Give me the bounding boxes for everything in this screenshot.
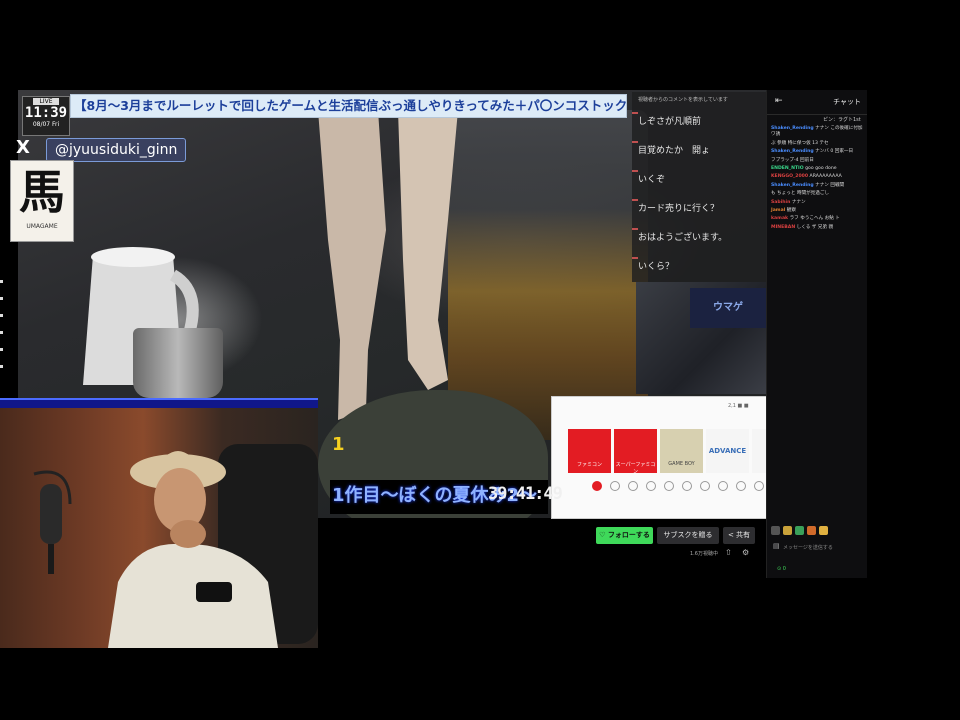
chat-text: しくる ザ 兄弟 親	[796, 224, 834, 230]
chat-message: kamak ラフ ゆうこへん お鮎 ト	[767, 215, 867, 223]
chat-text: ナナン 回戦間	[815, 182, 845, 188]
chat-title: チャット	[833, 98, 861, 106]
nso-tile-superfamicom: スーパーファミコン	[614, 429, 657, 475]
nso-menu-card: 2,1 ■ ■ ファミコン スーパーファミコン GAME BOY ADVANCE	[551, 396, 768, 519]
facecam	[0, 398, 318, 648]
follow-button[interactable]: ♡ フォローする	[596, 527, 653, 544]
pot	[133, 328, 223, 398]
edge-dots	[0, 280, 4, 390]
x-logo-icon: X	[16, 137, 30, 158]
nso-tile-gameboy: GAME BOY	[660, 429, 703, 473]
emote-icon[interactable]	[795, 526, 804, 535]
facecam-border	[0, 398, 318, 408]
chat-message: KENGGO_2000 ARAAAAAAAA	[767, 173, 867, 181]
nso-tile-3ds	[752, 429, 766, 473]
chat-message: Shaken_Rending ナナン この後確に付加ワ誘	[767, 125, 867, 140]
chat-username[interactable]: Sabihin	[771, 200, 790, 205]
game-counter: 1	[332, 434, 345, 455]
emote-icon[interactable]	[819, 526, 828, 535]
streamer	[108, 451, 278, 648]
chat-header: ⇤ チャット	[767, 90, 867, 115]
chat-message: Shaken_Rending ナナン 回戦間	[767, 182, 867, 190]
emote-icon[interactable]	[783, 526, 792, 535]
chat-username[interactable]: kamak	[771, 216, 788, 221]
elapsed-timer: 39:41:49	[488, 484, 563, 504]
chat-text: フプラップ-4 回前日	[771, 157, 814, 163]
chat-message: も ちょっと 時間が見過ごし	[767, 190, 867, 198]
clock-widget: LIVE 11:39 08/07 Fri	[22, 96, 70, 136]
chat-text: goo goo done	[805, 166, 837, 172]
corner-logo: ウマゲ	[690, 288, 766, 328]
chat-input-icon[interactable]: ▤	[773, 542, 780, 550]
gear-icon[interactable]: ⚙	[742, 548, 749, 557]
chat-panel: ⇤ チャット ピン：ラグト1st Shaken_Rending ナナン この後確…	[766, 90, 867, 578]
chat-message: Shaken_Rending ナンバ 0 回家一日	[767, 148, 867, 156]
comment-item: いくら？	[632, 253, 766, 282]
gift-sub-button[interactable]: サブスクを贈る	[657, 527, 719, 544]
clock-live-label: LIVE	[33, 98, 59, 105]
chat-username[interactable]: Shaken_Rending	[771, 183, 814, 188]
chat-message: ぶ 参順 特に保つ仮 13 テセ	[767, 140, 867, 148]
chat-message: Jamal 観察	[767, 207, 867, 215]
nso-status: 2,1 ■ ■	[728, 403, 749, 409]
uma-character: 馬	[19, 165, 65, 219]
twitter-handle: @jyuusiduki_ginn	[46, 138, 187, 162]
chat-text: ナンバ 0 回家一日	[815, 149, 854, 155]
microphone	[33, 470, 72, 574]
nso-tiles: ファミコン スーパーファミコン GAME BOY ADVANCE	[568, 429, 766, 475]
comment-item: カード売りに行く？	[632, 195, 766, 224]
stream-title: 【8月～3月までルーレットで回したゲームと生活配信ぶっ通しやりきってみた＋パ〇ン…	[70, 94, 627, 118]
chat-username[interactable]: Shaken_Rending	[771, 126, 814, 131]
chat-emote-bar	[771, 526, 828, 535]
chat-username[interactable]: MINEBAN	[771, 225, 795, 230]
comment-item: しぞさが凡順前	[632, 108, 766, 137]
collapse-icon[interactable]: ⇤	[775, 96, 783, 106]
chat-username[interactable]: Jamal	[771, 208, 785, 213]
chat-text: ぶ 参順 特に保つ仮 13 テセ	[771, 140, 829, 146]
legs-figure	[318, 110, 458, 420]
comment-overlay: 視聴者からのコメントを表示しています しぞさが凡順前 目覚めたか 開ょ いくぞ …	[632, 92, 766, 282]
chat-text: ARAAAAAAAA	[809, 174, 842, 180]
chat-username[interactable]: Shaken_Rending	[771, 149, 814, 154]
chat-username[interactable]: ENDEN_NTIO	[771, 166, 804, 171]
nso-tile-advance: ADVANCE	[706, 429, 749, 473]
comment-item: 目覚めたか 開ょ	[632, 137, 766, 166]
chat-input[interactable]: メッセージを送信する	[783, 544, 833, 551]
channel-points[interactable]: ⊙ 0	[777, 566, 786, 572]
uma-logo: 馬 UMAGAME	[10, 160, 74, 242]
chat-message: ENDEN_NTIO goo goo done	[767, 165, 867, 173]
clock-time: 11:39	[24, 105, 68, 121]
emote-icon[interactable]	[771, 526, 780, 535]
chat-message: フプラップ-4 回前日	[767, 157, 867, 165]
chat-message: MINEBAN しくる ザ 兄弟 親	[767, 224, 867, 232]
clock-date: 08/07 Fri	[32, 121, 60, 128]
chat-messages: Shaken_Rending ナナン この後確に付加ワ誘ぶ 参順 特に保つ仮 1…	[767, 125, 867, 232]
nso-icon-row	[592, 481, 764, 491]
uma-subtitle: UMAGAME	[26, 223, 58, 230]
chat-message: Sabihin ナナン	[767, 199, 867, 207]
pants-figure	[448, 110, 648, 440]
share-button[interactable]: < 共有	[723, 527, 755, 544]
chat-pinned: ピン：ラグト1st	[823, 117, 861, 123]
chat-text: 観察	[786, 208, 796, 214]
chat-username[interactable]: KENGGO_2000	[771, 174, 808, 179]
viewer-count: 1.6万視聴中	[690, 551, 718, 557]
comment-item: いくぞ	[632, 166, 766, 195]
chat-text: ナナン	[791, 199, 806, 205]
nso-tile-famicom: ファミコン	[568, 429, 611, 473]
comment-overlay-header: 視聴者からのコメントを表示しています	[638, 97, 728, 103]
emote-icon[interactable]	[807, 526, 816, 535]
upload-icon[interactable]: ⇧	[725, 548, 732, 557]
comment-item: おはようございます。	[632, 224, 766, 253]
chat-text: も ちょっと 時間が見過ごし	[771, 191, 830, 197]
chat-text: ラフ ゆうこへん お鮎 ト	[789, 216, 840, 222]
